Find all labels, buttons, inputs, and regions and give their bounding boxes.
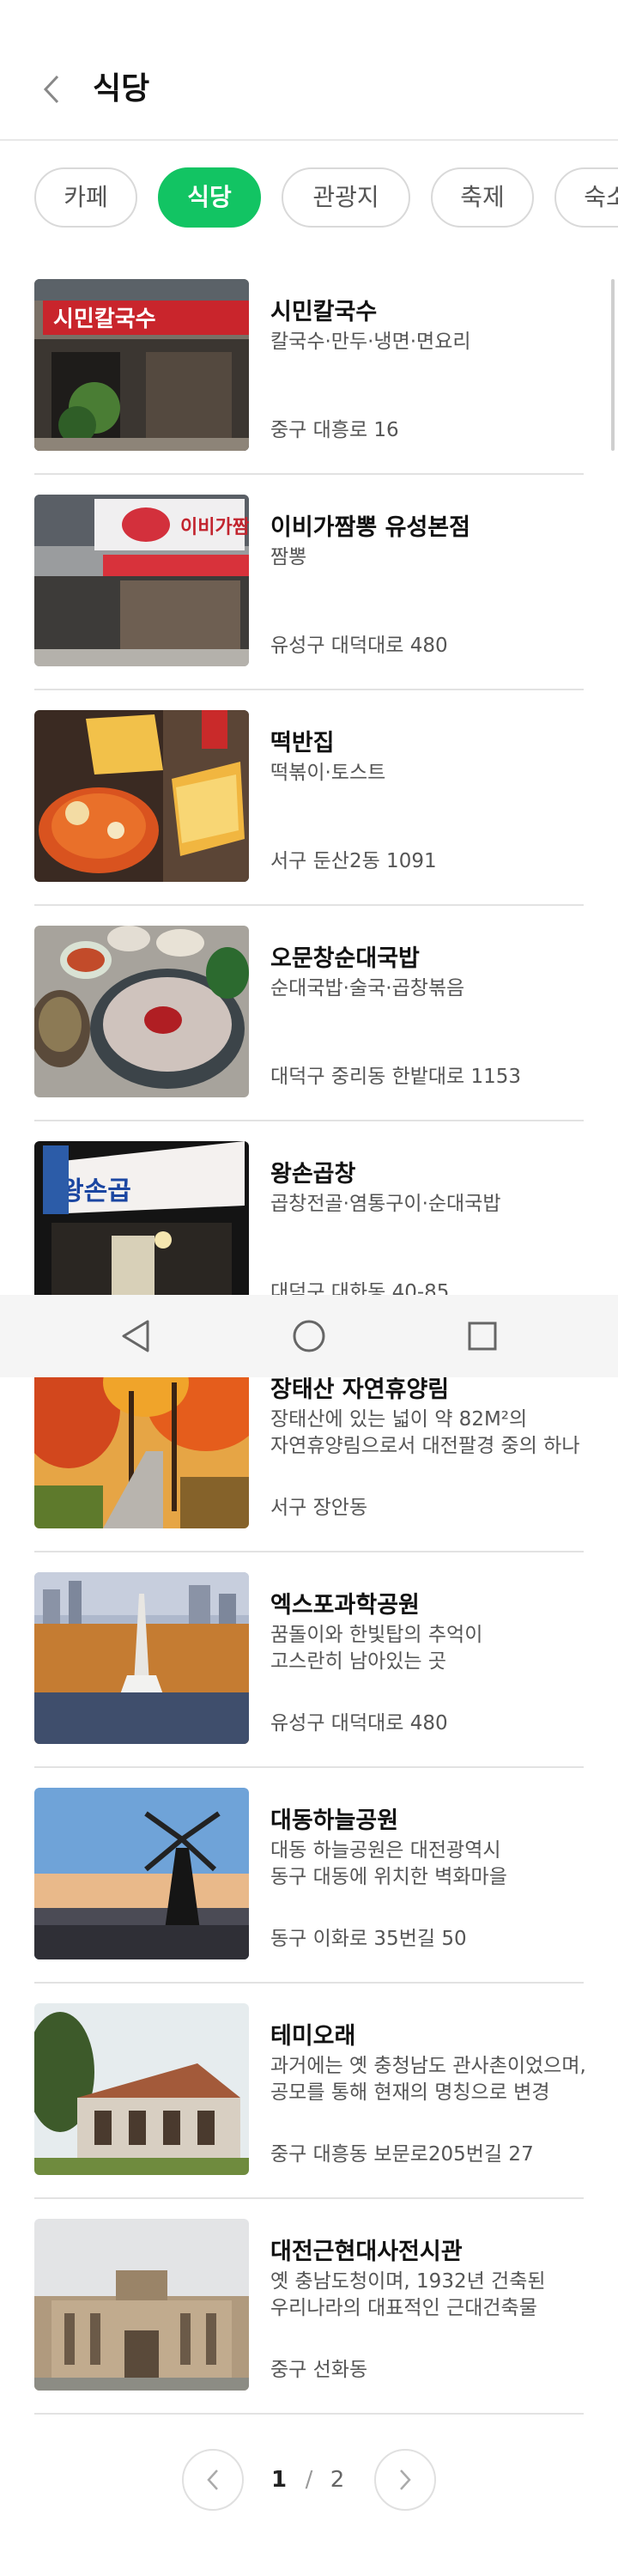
nav-home-button[interactable] <box>283 1312 335 1360</box>
item-description: 짬뽕 <box>270 546 307 568</box>
item-name: 대전근현대사전시관 <box>270 2239 463 2265</box>
prev-page-button[interactable] <box>182 2449 244 2511</box>
thumbnail-image: 이비가짬뽕 <box>34 495 249 666</box>
square-recent-icon <box>468 1321 497 1351</box>
item-name: 대동하늘공원 <box>270 1807 399 1834</box>
item-address: 중구 선화동 <box>270 2359 368 2381</box>
item-address: 유성구 대덕대로 480 <box>270 635 448 657</box>
item-name: 이비가짬뽕 유성본점 <box>270 514 470 541</box>
list-item[interactable]: 떡반집 떡볶이·토스트 서구 둔산2동 1091 <box>34 710 584 926</box>
item-address: 중구 대흥로 16 <box>270 419 399 441</box>
item-description: 순대국밥·술국·곱창볶음 <box>270 977 465 999</box>
divider <box>34 1766 584 1768</box>
item-description: 대동 하늘공원은 대전광역시 동구 대동에 위치한 벽화마을 <box>270 1839 507 1888</box>
storefront-sign: 시민칼국수 <box>53 307 156 332</box>
tab-restaurant[interactable]: 식당 <box>158 167 261 228</box>
tab-cafe[interactable]: 카페 <box>34 167 137 228</box>
circle-home-icon <box>293 1320 325 1352</box>
item-description: 떡볶이·토스트 <box>270 762 386 784</box>
item-address: 유성구 대덕대로 480 <box>270 1712 448 1735</box>
tab-attraction[interactable]: 관광지 <box>282 167 410 228</box>
divider <box>34 689 584 690</box>
thumbnail-image <box>34 2219 249 2391</box>
divider <box>34 473 584 475</box>
divider <box>34 1120 584 1121</box>
item-address: 중구 대흥동 보문로205번길 27 <box>270 2143 534 2166</box>
total-pages: 2 <box>330 2467 345 2493</box>
triangle-back-icon <box>122 1320 149 1352</box>
list-item[interactable]: 테미오래 과거에는 옛 충청남도 관사촌이었으며, 공모를 통해 현재의 명칭으… <box>34 2003 586 2219</box>
tab-festival[interactable]: 축제 <box>431 167 534 228</box>
item-description: 과거에는 옛 충청남도 관사촌이었으며, 공모를 통해 현재의 명칭으로 변경 <box>270 2055 586 2104</box>
item-name: 엑스포과학공원 <box>270 1592 420 1619</box>
list-item[interactable]: 대동하늘공원 대동 하늘공원은 대전광역시 동구 대동에 위치한 벽화마을 동구… <box>34 1788 584 2003</box>
divider <box>34 2413 584 2415</box>
item-address: 서구 장안동 <box>270 1497 368 1519</box>
item-description: 장태산에 있는 넓이 약 82M²의 자연휴양림으로서 대전팔경 중의 하나 <box>270 1408 580 1457</box>
thumbnail-image <box>34 2003 249 2175</box>
chevron-right-icon <box>400 2470 411 2490</box>
item-description: 칼국수·만두·냉면·면요리 <box>270 331 471 353</box>
item-name: 왕손곱창 <box>270 1161 356 1188</box>
item-name: 오문창순대국밥 <box>270 945 420 972</box>
item-address: 동구 이화로 35번길 50 <box>270 1928 467 1950</box>
thumbnail-image <box>34 1788 249 1959</box>
list-item[interactable]: 이비가짬뽕 이비가짬뽕 유성본점 짬뽕 유성구 대덕대로 480 <box>34 495 584 710</box>
item-description: 꿈돌이와 한빛탑의 추억이 고스란히 남아있는 곳 <box>270 1624 483 1673</box>
divider <box>34 1551 584 1552</box>
nav-recent-button[interactable] <box>457 1312 508 1360</box>
next-page-button[interactable] <box>374 2449 436 2511</box>
item-address: 대덕구 중리동 한밭대로 1153 <box>270 1066 522 1088</box>
chevron-left-icon <box>207 2470 218 2490</box>
list-item[interactable]: 오문창순대국밥 순대국밥·술국·곱창볶음 대덕구 중리동 한밭대로 1153 <box>34 926 584 1141</box>
thumbnail-image: 시민칼국수 <box>34 279 249 451</box>
list-item[interactable]: 대전근현대사전시관 옛 충남도청이며, 1932년 건축된 우리나라의 대표적인… <box>34 2219 584 2434</box>
app-header: 식당 <box>0 0 618 141</box>
scrollbar-thumb[interactable] <box>611 279 615 451</box>
item-name: 떡반집 <box>270 730 335 756</box>
item-address: 서구 둔산2동 1091 <box>270 850 437 872</box>
back-button[interactable] <box>34 69 69 110</box>
storefront-sign: 이비가짬뽕 <box>180 517 249 538</box>
item-name: 시민칼국수 <box>270 299 378 325</box>
list-item[interactable]: 시민칼국수 시민칼국수 칼국수·만두·냉면·면요리 중구 대흥로 16 <box>34 279 584 495</box>
pagination: 1 / 2 <box>0 2449 618 2511</box>
thumbnail-image: 왕손곱 <box>34 1141 249 1313</box>
page-separator: / <box>305 2467 313 2493</box>
thumbnail-image <box>34 1572 249 1744</box>
list-item[interactable]: 장태산 자연휴양림 장태산에 있는 넓이 약 82M²의 자연휴양림으로서 대전… <box>34 1357 584 1572</box>
list-item[interactable]: 엑스포과학공원 꿈돌이와 한빛탑의 추억이 고스란히 남아있는 곳 유성구 대덕… <box>34 1572 584 1788</box>
tab-lodging[interactable]: 숙소 <box>554 167 618 228</box>
nav-back-button[interactable] <box>110 1312 161 1360</box>
storefront-sign: 왕손곱 <box>60 1176 131 1206</box>
item-description: 옛 충남도청이며, 1932년 건축된 우리나라의 대표적인 근대건축물 <box>270 2270 546 2319</box>
page-title: 식당 <box>93 71 150 106</box>
divider <box>34 1982 584 1984</box>
item-name: 테미오래 <box>270 2023 356 2050</box>
item-description: 곱창전골·염통구이·순대국밥 <box>270 1193 501 1215</box>
thumbnail-image <box>34 710 249 882</box>
category-tabs: 카페 식당 관광지 축제 숙소 <box>0 167 618 228</box>
thumbnail-image <box>34 1357 249 1528</box>
divider <box>34 904 584 906</box>
divider <box>34 2197 584 2199</box>
chevron-left-icon <box>43 75 59 104</box>
thumbnail-image <box>34 926 249 1097</box>
system-navigation-bar <box>0 1295 618 1377</box>
current-page: 1 <box>270 2467 288 2493</box>
